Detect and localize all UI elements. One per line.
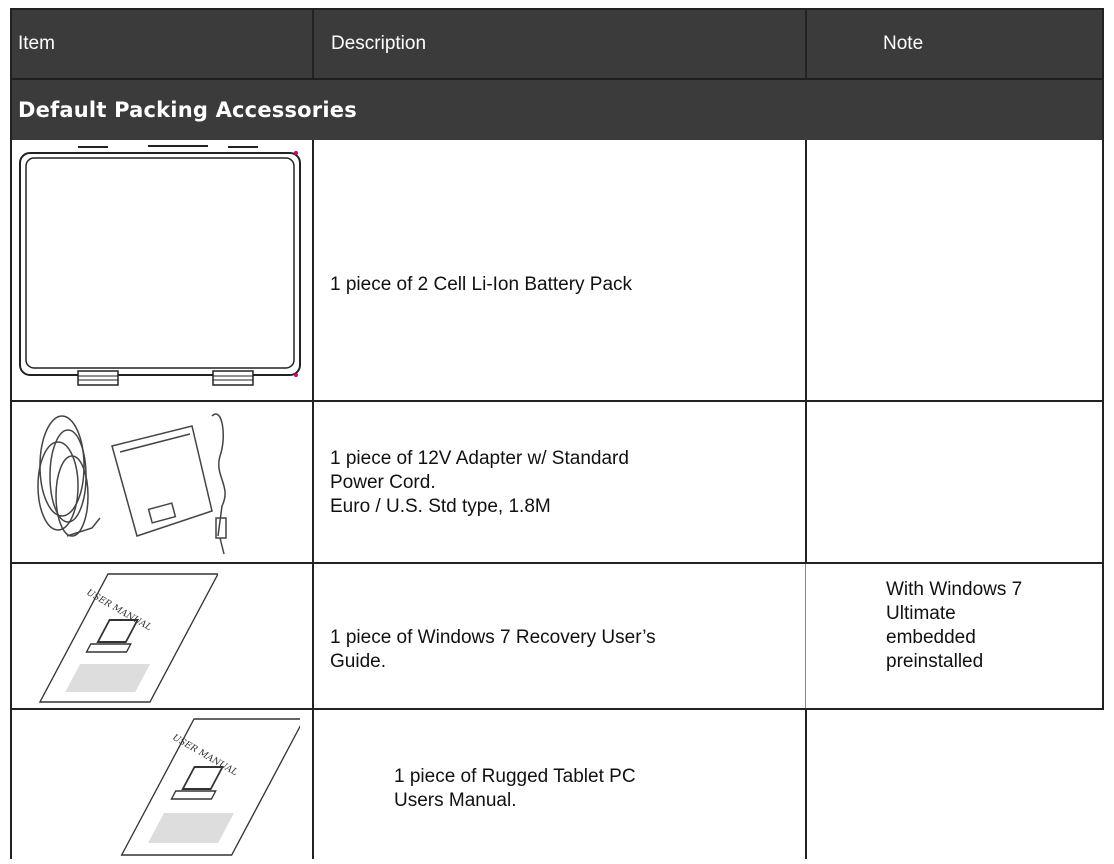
header-item: Item [18, 33, 55, 54]
header-divider-2 [805, 8, 807, 78]
row4-description: 1 piece of Rugged Tablet PC Users Manual… [394, 766, 636, 811]
row-divider-1 [10, 400, 1104, 402]
table-border-right [1102, 8, 1104, 708]
row-divider-2 [10, 562, 1104, 564]
battery-pack-image [18, 143, 304, 394]
row1-description: 1 piece of 2 Cell Li-Ion Battery Pack [330, 274, 633, 295]
table-header: Item Description Note [10, 8, 1104, 78]
section-row: Default Packing Accessories [10, 78, 1104, 140]
header-divider-1 [312, 8, 314, 78]
header-description: Description [331, 33, 427, 54]
column-divider-2-mid [805, 564, 806, 708]
section-title: Default Packing Accessories [18, 98, 357, 122]
column-divider-1 [312, 140, 314, 859]
table-border-left [10, 8, 12, 859]
header-note: Note [883, 33, 924, 54]
accessories-table: Item Description Note Default Packing Ac… [10, 8, 1104, 859]
row3-description: 1 piece of Windows 7 Recovery User’s Gui… [330, 627, 656, 672]
users-manual-image: USER MANUAL [90, 713, 306, 864]
row2-description: 1 piece of 12V Adapter w/ Standard Power… [330, 448, 629, 517]
power-adapter-image [22, 406, 242, 561]
row3-note: With Windows 7 Ultimate embedded preinst… [886, 579, 1023, 672]
recovery-guide-image: USER MANUAL [18, 566, 220, 711]
column-divider-2-lower [805, 708, 807, 859]
column-divider-2-upper [805, 140, 807, 562]
